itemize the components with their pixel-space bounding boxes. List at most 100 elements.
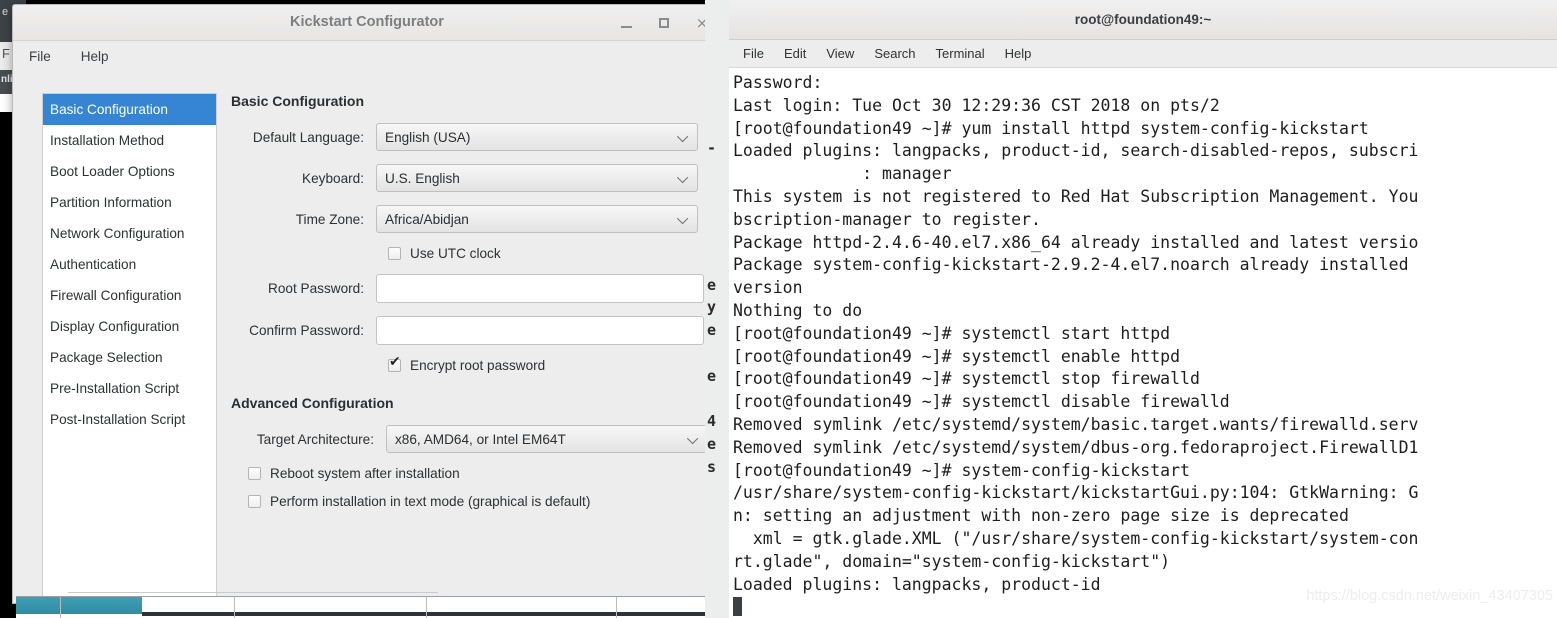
sidebar-item-display-configuration[interactable]: Display Configuration (43, 311, 216, 342)
use-utc-clock-row: Use UTC clock (388, 246, 711, 261)
content-divider (68, 592, 438, 593)
sliver-char (705, 46, 729, 69)
maximize-icon[interactable] (653, 12, 675, 34)
kickstart-sidebar: Basic Configuration Installation Method … (42, 93, 217, 618)
advanced-configuration-heading: Advanced Configuration (231, 395, 394, 411)
kickstart-body: Basic Configuration Installation Method … (13, 71, 721, 618)
terminal-line: Removed symlink /etc/systemd/system/basi… (733, 414, 1419, 434)
default-language-select[interactable]: English (USA) (376, 123, 698, 151)
terminal-line: n: setting an adjustment with non-zero p… (733, 506, 1349, 526)
root-password-label: Root Password: (268, 281, 364, 296)
use-utc-clock-checkbox[interactable] (388, 247, 401, 260)
chevron-down-icon (676, 130, 689, 143)
terminal-line: Password: (733, 73, 823, 92)
terminal-line: [root@foundation49 ~]# systemctl enable … (733, 346, 1181, 366)
taskbar-active-item[interactable] (16, 597, 142, 614)
terminal-output[interactable]: Password: Last login: Tue Oct 30 12:29:36… (729, 68, 1557, 618)
kickstart-configurator-window: Kickstart Configurator × File Help Basic… (12, 4, 722, 618)
terminal-line: xml = gtk.glade.XML ("/usr/share/system-… (733, 528, 1419, 548)
encrypt-root-password-label: Encrypt root password (410, 358, 546, 373)
terminal-line: version (733, 278, 803, 298)
encrypt-root-password-row: Encrypt root password (388, 355, 711, 373)
confirm-password-input[interactable] (376, 316, 704, 345)
target-architecture-label: Target Architecture: (256, 431, 374, 447)
sliver-char (705, 342, 729, 365)
sliver-char (705, 160, 729, 183)
sidebar-item-authentication[interactable]: Authentication (43, 249, 216, 280)
terminal-titlebar[interactable]: root@foundation49:~ (729, 0, 1557, 40)
text-mode-installation-checkbox[interactable] (248, 495, 261, 508)
sliver-char: e (707, 366, 717, 385)
terminal-menu-item-search[interactable]: Search (874, 46, 915, 61)
sidebar-item-network-configuration[interactable]: Network Configuration (43, 218, 216, 249)
sliver-char (705, 68, 729, 91)
taskbar (16, 596, 728, 618)
basic-configuration-heading: Basic Configuration (231, 93, 365, 109)
terminal-line: Package system-config-kickstart-2.9.2-4.… (733, 255, 1409, 275)
text-mode-installation-label: Perform installation in text mode (graph… (270, 494, 591, 509)
default-language-value: English (USA) (385, 129, 471, 145)
confirm-password-row: Confirm Password: (231, 316, 711, 345)
sidebar-item-post-installation-script[interactable]: Post-Installation Script (43, 404, 216, 435)
sliver-char (705, 479, 729, 502)
chevron-down-icon (676, 171, 689, 184)
time-zone-label: Time Zone: (295, 211, 364, 227)
terminal-line: [root@foundation49 ~]# system-config-kic… (733, 460, 1190, 480)
menu-item-help[interactable]: Help (77, 46, 113, 67)
sidebar-item-partition-information[interactable]: Partition Information (43, 187, 216, 218)
reboot-after-installation-row: Reboot system after installation (248, 466, 711, 481)
sidebar-item-installation-method[interactable]: Installation Method (43, 125, 216, 156)
taskbar-shadow (142, 612, 728, 616)
minimize-icon[interactable] (615, 12, 637, 34)
terminal-window: root@foundation49:~ File Edit View Searc… (729, 0, 1557, 618)
sliver-char (705, 570, 729, 593)
reboot-after-installation-checkbox[interactable] (248, 467, 261, 480)
terminal-window-title: root@foundation49:~ (1074, 12, 1212, 27)
root-password-input[interactable] (376, 274, 704, 303)
time-zone-select[interactable]: Africa/Abidjan (376, 205, 698, 233)
terminal-line: Loaded plugins: langpacks, product-id, s… (733, 141, 1419, 161)
terminal-cursor (733, 597, 742, 616)
terminal-menu-item-edit[interactable]: Edit (784, 46, 806, 61)
target-architecture-select[interactable]: x86, AMD64, or Intel EM64T (386, 425, 708, 453)
terminal-menu-item-help[interactable]: Help (1005, 46, 1032, 61)
sliver-char (705, 114, 729, 137)
terminal-line: Nothing to do (733, 300, 863, 320)
menu-item-file[interactable]: File (25, 46, 55, 67)
terminal-line: : manager (733, 164, 952, 184)
kickstart-window-controls: × (615, 5, 713, 41)
terminal-menu-item-view[interactable]: View (826, 46, 854, 61)
sidebar-item-pre-installation-script[interactable]: Pre-Installation Script (43, 373, 216, 404)
desktop-screen: e F nli Kickstart Configurator × File He… (0, 0, 1557, 618)
sliver-char (705, 228, 729, 251)
terminal-line: Last login: Tue Oct 30 12:29:36 CST 2018… (733, 95, 1220, 115)
keyboard-select[interactable]: U.S. English (376, 164, 698, 192)
keyboard-label: Keyboard: (302, 170, 364, 186)
kickstart-titlebar[interactable]: Kickstart Configurator × (13, 5, 721, 41)
sliver-char (705, 251, 729, 274)
kickstart-content-pane: Basic Configuration Default Language: En… (231, 93, 711, 522)
terminal-line: bscription-manager to register. (733, 209, 1041, 229)
taskbar-separator (616, 597, 617, 618)
encrypt-root-password-checkbox[interactable] (388, 355, 401, 372)
sliver-char (705, 91, 729, 114)
terminal-menu-item-file[interactable]: File (743, 46, 764, 61)
sliver-char (705, 205, 729, 228)
chevron-down-icon (676, 212, 689, 225)
sidebar-item-firewall-configuration[interactable]: Firewall Configuration (43, 280, 216, 311)
terminal-line: [root@foundation49 ~]# systemctl start h… (733, 323, 1171, 343)
sliver-char: e (707, 321, 717, 340)
sidebar-item-package-selection[interactable]: Package Selection (43, 342, 216, 373)
terminal-menubar: File Edit View Search Terminal Help (729, 40, 1557, 68)
sidebar-item-basic-configuration[interactable]: Basic Configuration (43, 94, 216, 125)
time-zone-value: Africa/Abidjan (385, 211, 469, 227)
sliver-char (705, 182, 729, 205)
terminal-line: rt.glade", domain="system-config-kicksta… (733, 551, 1171, 571)
background-window-sliver-text: -eyee4es (705, 0, 729, 618)
time-zone-row: Time Zone: Africa/Abidjan (231, 205, 711, 233)
sliver-char (705, 524, 729, 547)
terminal-line: [root@foundation49 ~]# systemctl stop fi… (733, 369, 1200, 389)
terminal-menu-item-terminal[interactable]: Terminal (936, 46, 985, 61)
taskbar-separator (60, 597, 61, 618)
sidebar-item-boot-loader-options[interactable]: Boot Loader Options (43, 156, 216, 187)
